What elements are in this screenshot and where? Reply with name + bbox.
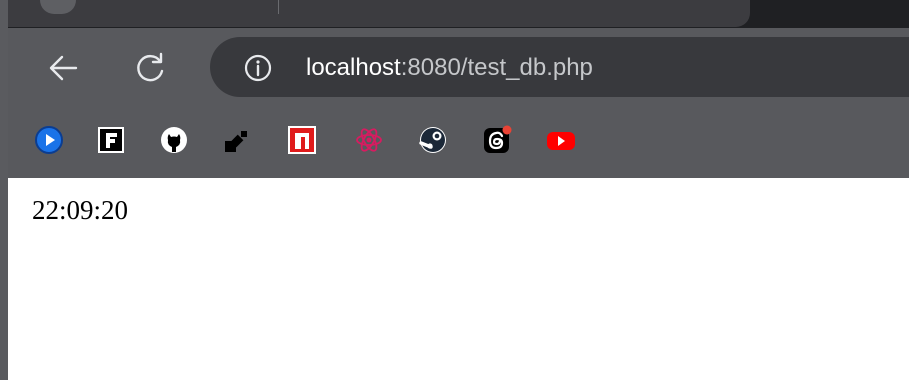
bookmark-9[interactable] [544,123,578,157]
black-pipe-icon [225,131,247,152]
bookmark-5[interactable] [285,123,319,157]
tab-favicon [40,0,76,14]
github-icon [161,127,187,153]
reload-icon [137,52,164,82]
bookmark-7[interactable] [416,123,450,157]
window-edge [0,0,8,380]
info-icon [244,54,272,82]
site-info-button[interactable] [243,53,273,83]
page-content [16,178,909,380]
server-time-text: 22:09:20 [32,195,129,225]
blue-play-circle-icon [35,126,63,154]
arrow-left-icon [49,55,78,81]
bookmark-3[interactable] [157,123,191,157]
bookmarks-bar [8,118,909,170]
browser-window: localhost:8080/test_db.php 22:09:20 [0,0,909,380]
bookmark-2[interactable] [94,123,128,157]
red-n-box-icon [288,126,316,154]
tab-separator [278,0,279,14]
react-atom-icon [356,128,382,152]
bookmark-1[interactable] [32,123,66,157]
active-tab[interactable] [8,0,750,27]
bookmark-8[interactable] [480,123,514,157]
reload-button[interactable] [131,48,171,88]
bookmark-4[interactable] [220,123,254,157]
url-host: localhost [306,54,401,81]
steam-icon [419,127,446,153]
threads-icon [484,125,512,153]
url-text[interactable]: localhost:8080/test_db.php [306,53,593,83]
f-box-icon [98,127,124,153]
back-button[interactable] [44,48,84,88]
url-path: :8080/test_db.php [400,54,593,81]
youtube-icon [547,132,575,150]
bookmark-6[interactable] [352,123,386,157]
